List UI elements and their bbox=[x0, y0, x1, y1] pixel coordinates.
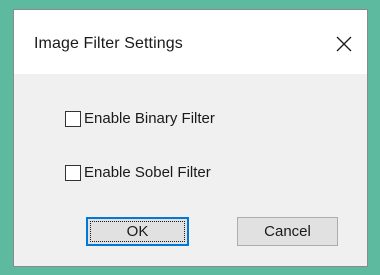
binary-filter-checkbox[interactable] bbox=[65, 110, 81, 127]
dialog-title: Image Filter Settings bbox=[34, 35, 183, 52]
dialog-titlebar: Image Filter Settings bbox=[14, 10, 367, 74]
filter-settings-dialog: Image Filter Settings Enable Binary Filt… bbox=[13, 9, 368, 267]
sobel-filter-checkbox[interactable] bbox=[65, 164, 81, 181]
close-button[interactable] bbox=[327, 27, 361, 61]
ok-button[interactable]: OK bbox=[86, 217, 189, 246]
cancel-button[interactable]: Cancel bbox=[237, 217, 338, 246]
close-icon bbox=[336, 36, 352, 52]
focus-indicator bbox=[90, 221, 185, 242]
sobel-filter-option[interactable]: Enable Sobel Filter bbox=[65, 164, 211, 181]
binary-filter-label: Enable Binary Filter bbox=[84, 110, 215, 127]
cancel-button-label: Cancel bbox=[264, 223, 311, 240]
binary-filter-option[interactable]: Enable Binary Filter bbox=[65, 110, 215, 127]
sobel-filter-label: Enable Sobel Filter bbox=[84, 164, 211, 181]
